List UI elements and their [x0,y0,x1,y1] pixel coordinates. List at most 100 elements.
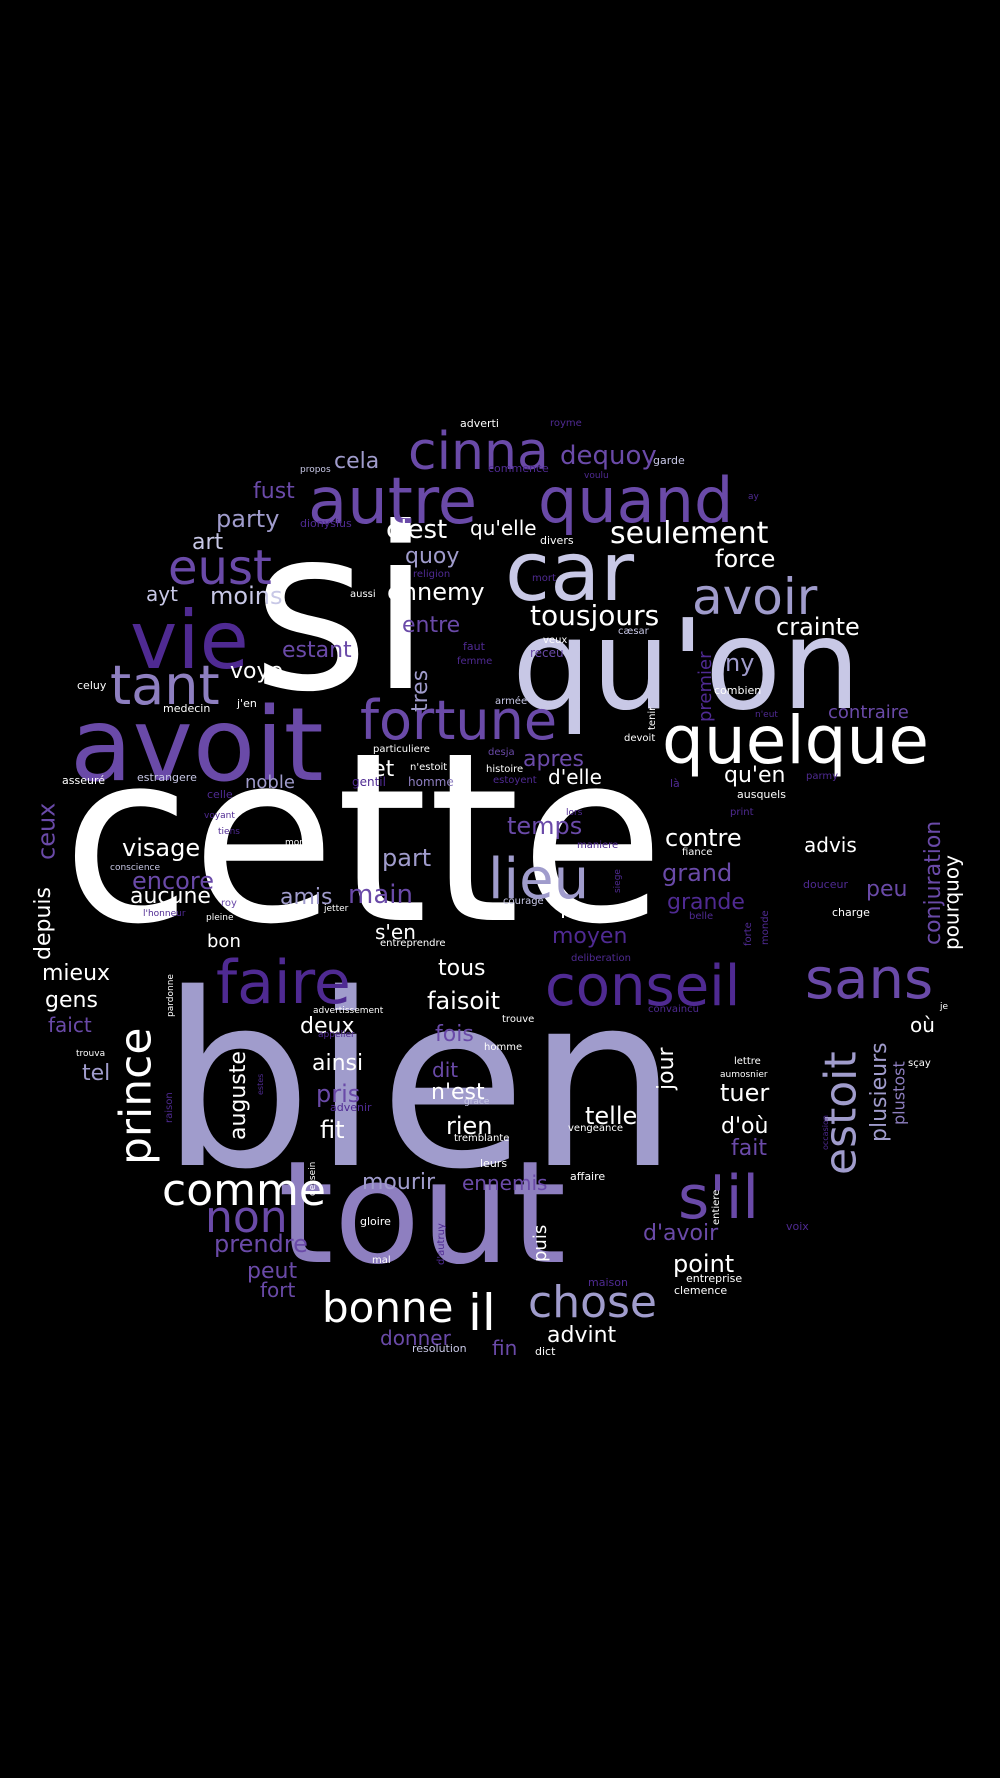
word-part: part [382,844,431,872]
word-ou: où [910,1013,935,1037]
word-fiance: fiance [682,847,712,858]
word-cesar: cæsar [618,626,650,637]
word-quen: qu'en [724,763,785,788]
word-faict: faict [48,1013,92,1037]
word-sans: sans [805,947,933,1012]
word-print: print [730,807,754,818]
word-medecin: medecin [163,702,210,715]
word-conscience: conscience [110,863,160,873]
word-dionysius: dionysius [300,517,352,530]
word-puis: puis [530,1225,551,1262]
word-la: là [670,777,680,790]
word-receu: receu [530,646,564,660]
word-delle: d'elle [548,765,602,789]
word-nestoit: n'estoit [410,762,447,773]
word-estoyent: estoyent [493,775,537,786]
word-lettre: lettre [734,1056,761,1067]
word-moyen: moyen [552,924,627,949]
word-gens: gens [45,988,98,1013]
word-lors: lors [566,808,583,818]
word-entre: entre [402,613,460,638]
word-combien: combien [714,684,761,697]
word-advis: advis [804,833,857,857]
word-premier: premier [695,651,716,722]
word-dequoy: dequoy [560,441,657,471]
word-monstre: monstre [285,838,323,848]
word-trouva: trouva [76,1049,105,1059]
word-resolution: resolution [412,1342,467,1355]
word-siege: siege [613,869,623,893]
word-ainsi: ainsi [312,1051,363,1076]
word-crainte: crainte [776,613,860,641]
word-particuliere: particuliere [373,744,430,755]
word-art: art [192,530,224,555]
word-grand: grand [662,859,732,887]
word-raison: raison [164,1092,175,1123]
word-roy: roy [221,898,237,909]
word-histoire: histoire [486,764,523,775]
word-belle: belle [689,911,713,922]
word-ceux: ceux [33,803,61,860]
word-devoit: devoit [624,733,655,744]
word-propos: propos [300,465,331,475]
word-deliberation: deliberation [571,953,631,964]
word-ny: ny [725,649,754,677]
word-fois: fois [435,1022,474,1047]
word-depuis: depuis [31,887,56,960]
word-veux: veux [543,635,567,646]
word-fit: fit [320,1116,345,1144]
word-tel: tel [82,1061,110,1086]
word-homme2: homme [484,1042,522,1053]
word-assure: asseuré [62,774,105,787]
word-homme1: homme [408,775,454,789]
word-pleine: pleine [206,913,234,923]
word-leurs: leurs [480,1157,507,1170]
word-fortune: fortune [360,689,557,752]
word-estes: estes [256,1074,265,1095]
word-jour: jour [654,1046,679,1091]
word-royme: royme [550,418,582,429]
word-mal: mal [372,1255,391,1266]
word-aumosnier: aumosnier [720,1070,768,1080]
word-peu: peu [866,877,907,902]
word-bon: bon [207,931,241,952]
word-mourir: mourir [362,1170,436,1195]
word-advenir: advenir [330,1101,372,1114]
word-ayt: ayt [146,582,178,606]
word-bonne: bonne [322,1283,453,1332]
word-trouve: trouve [502,1014,534,1025]
word-vengeance: vengeance [568,1123,623,1134]
word-il: il [468,1284,496,1342]
word-entiere: entiere [711,1190,722,1225]
word-force: force [715,545,775,573]
word-appeller: appeller [318,1030,355,1040]
word-monde: monde [760,910,771,945]
word-occasion: occasion [821,1115,830,1150]
word-celuy: celuy [77,679,107,692]
word-ennemy: ennemy [387,578,485,606]
word-desja: desja [488,747,515,758]
word-affaire: affaire [570,1170,605,1183]
word-cela: cela [334,449,379,474]
word-moy: moy [560,899,608,924]
word-faisoit: faisoit [427,987,500,1015]
word-visage: visage [122,834,200,862]
word-dessein: dessein [308,1162,318,1196]
word-lhonneur: l'honneur [143,909,186,919]
word-davoir: d'avoir [643,1221,719,1246]
word-faut: faut [463,640,486,653]
word-celle: celle [207,788,233,801]
word-douceur: douceur [803,878,848,891]
word-tiens: tiens [218,827,240,837]
word-voye: voye [230,659,283,684]
word-cloud: cettebiensitoutqu'onavoitcarquelqueautre… [0,0,1000,1778]
word-cest: c'est [386,515,447,545]
word-mieux: mieux [42,961,110,986]
word-aussi: aussi [350,589,376,600]
word-quelle: qu'elle [470,516,537,540]
word-quoy: quoy [405,544,459,569]
word-forte: forte [743,922,754,946]
word-dict: dict [535,1345,556,1358]
word-charge: charge [832,906,870,919]
word-neut: n'eut [755,710,778,720]
